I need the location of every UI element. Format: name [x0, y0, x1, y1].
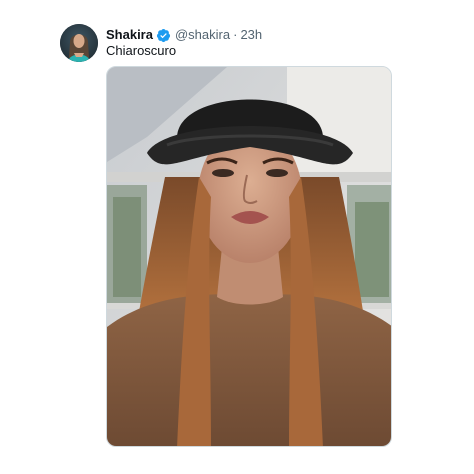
avatar[interactable]	[60, 24, 98, 62]
tweet-photo[interactable]	[106, 66, 392, 447]
avatar-image	[60, 24, 98, 62]
selfie-photo-image	[107, 67, 391, 446]
timestamp[interactable]: 23h	[240, 26, 262, 44]
tweet-text: Chiaroscuro	[106, 43, 177, 58]
verified-badge-icon	[156, 28, 171, 43]
page: Shakira @shakira · 23h Chiaroscuro	[0, 0, 474, 474]
user-handle[interactable]: @shakira	[175, 26, 230, 44]
separator-dot: ·	[233, 27, 238, 42]
